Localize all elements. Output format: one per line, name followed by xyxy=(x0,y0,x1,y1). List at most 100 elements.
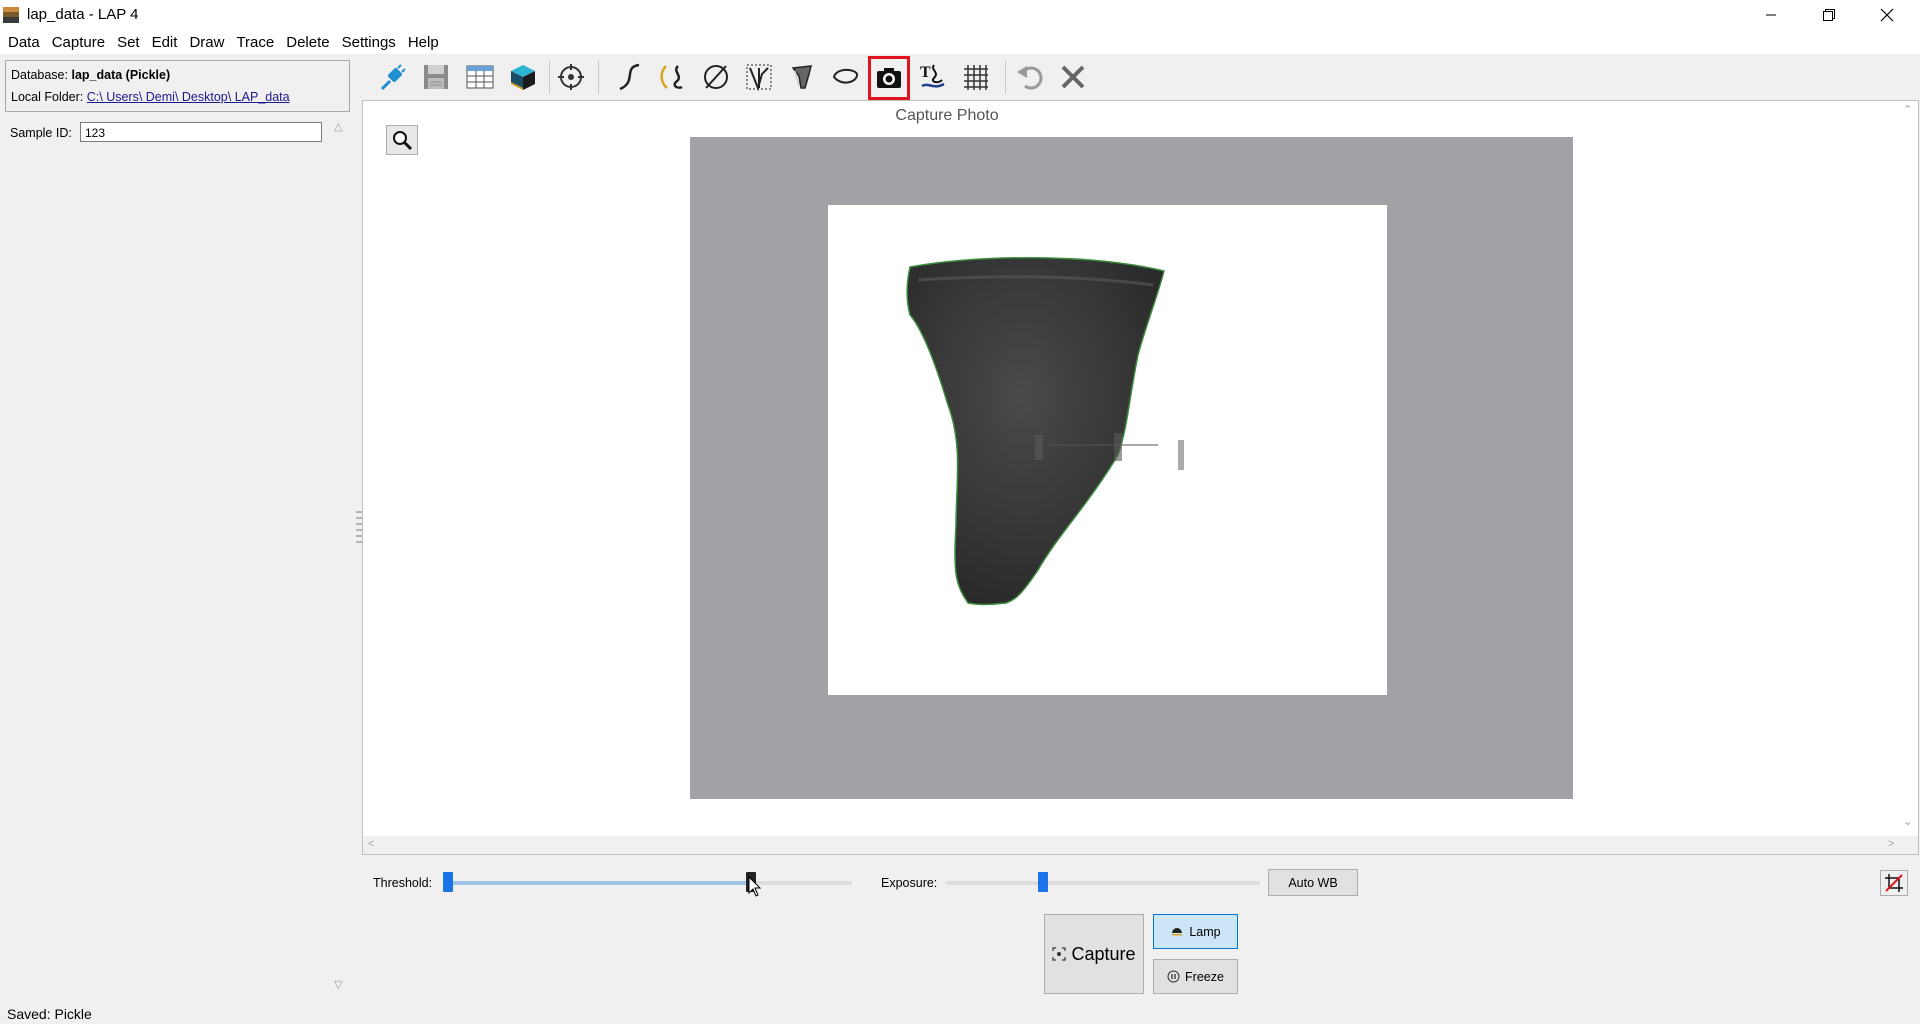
sample-id-input[interactable]: 123 xyxy=(80,122,322,142)
lamp-label: Lamp xyxy=(1189,924,1221,939)
capture-frame-icon xyxy=(1052,947,1067,961)
zoom-button[interactable] xyxy=(386,125,418,155)
camera-icon xyxy=(877,68,901,88)
text-trace-icon: T xyxy=(920,64,945,88)
crop-toggle-button[interactable] xyxy=(1880,870,1908,896)
menu-delete[interactable]: Delete xyxy=(280,34,335,51)
menu-help[interactable]: Help xyxy=(402,34,445,51)
profile-button[interactable] xyxy=(740,58,778,96)
sherd-outline-button[interactable] xyxy=(783,58,821,96)
save-button[interactable] xyxy=(417,58,455,96)
grid-icon xyxy=(964,65,988,90)
profile-icon xyxy=(746,64,772,92)
menu-settings[interactable]: Settings xyxy=(336,34,402,51)
database-info-panel: Database: lap_data (Pickle) Local Folder… xyxy=(5,60,350,112)
left-panel: Sample ID: 123 △ ▽ xyxy=(0,116,342,996)
ellipse-icon xyxy=(832,68,858,84)
undo-button[interactable] xyxy=(1011,58,1049,96)
capture-canvas[interactable]: Capture Photo ⌃ ⌄ < > xyxy=(362,100,1919,855)
photo-background xyxy=(828,205,1387,695)
auto-wb-label: Auto WB xyxy=(1288,875,1338,890)
text-trace-button[interactable]: T xyxy=(914,58,952,96)
threshold-slider-fill xyxy=(446,881,751,885)
local-folder-link[interactable]: C:\ Users\ Demi\ Desktop\ LAP_data xyxy=(87,90,290,104)
table-button[interactable] xyxy=(461,58,499,96)
curve-icon xyxy=(619,63,640,91)
exposure-slider-thumb[interactable] xyxy=(1038,872,1049,892)
threshold-slider-min-thumb[interactable] xyxy=(443,872,453,892)
restore-button[interactable] xyxy=(1800,0,1858,30)
database-line: Database: lap_data (Pickle) xyxy=(11,68,170,82)
table-icon xyxy=(466,65,494,89)
exposure-label: Exposure: xyxy=(881,876,938,890)
database-label: Database: xyxy=(11,68,68,82)
left-scroll-down-icon[interactable]: ▽ xyxy=(334,978,342,991)
menu-set[interactable]: Set xyxy=(111,34,146,51)
menu-bar: Data Capture Set Edit Draw Trace Delete … xyxy=(0,30,1920,54)
menu-trace[interactable]: Trace xyxy=(230,34,280,51)
mouse-cursor-icon xyxy=(748,876,762,897)
camera-preview[interactable] xyxy=(690,137,1573,799)
curve-button[interactable] xyxy=(611,58,649,96)
crop-off-icon xyxy=(1885,874,1903,892)
menu-data[interactable]: Data xyxy=(2,34,46,51)
toolbar: T xyxy=(368,56,1918,100)
crosshair-button[interactable] xyxy=(552,58,590,96)
menu-draw[interactable]: Draw xyxy=(183,34,230,51)
menu-capture[interactable]: Capture xyxy=(46,34,111,51)
toolbar-separator xyxy=(1005,60,1006,94)
connect-button[interactable] xyxy=(374,58,412,96)
spiral-trace-button[interactable] xyxy=(654,58,692,96)
capture-button[interactable]: Capture xyxy=(1044,914,1144,994)
toolbar-separator xyxy=(598,60,599,94)
window-title: lap_data - LAP 4 xyxy=(27,6,139,23)
lamp-icon xyxy=(1172,927,1183,935)
sherd-outline-icon xyxy=(791,65,812,89)
canvas-scroll-up-icon[interactable]: ⌃ xyxy=(1903,103,1912,116)
exposure-slider[interactable] xyxy=(946,881,1260,885)
menu-edit[interactable]: Edit xyxy=(146,34,184,51)
magnifier-icon xyxy=(393,131,413,151)
minimize-button[interactable] xyxy=(1742,0,1800,30)
canvas-title: Capture Photo xyxy=(895,107,999,124)
database-value: lap_data (Pickle) xyxy=(71,68,171,82)
3d-model-button[interactable] xyxy=(504,58,542,96)
save-icon xyxy=(424,65,448,89)
restore-icon xyxy=(1823,9,1835,21)
grid-button[interactable] xyxy=(957,58,995,96)
null-circle-icon xyxy=(704,65,728,89)
title-bar: lap_data - LAP 4 xyxy=(0,0,1920,30)
capture-label: Capture xyxy=(1071,943,1136,964)
scroll-right-icon[interactable]: > xyxy=(1888,838,1894,850)
crosshair-icon xyxy=(558,64,584,90)
close-x-icon xyxy=(1061,65,1085,89)
close-window-button[interactable] xyxy=(1858,0,1916,30)
threshold-label: Threshold: xyxy=(373,876,433,890)
sample-id-label: Sample ID: xyxy=(10,126,72,140)
toolbar-separator xyxy=(549,60,550,94)
status-bar: Saved: Pickle xyxy=(7,1006,92,1022)
spiral-trace-icon xyxy=(660,65,683,89)
freeze-label: Freeze xyxy=(1185,969,1224,984)
connect-icon xyxy=(380,64,406,91)
left-scroll-up-icon[interactable]: △ xyxy=(334,120,342,133)
null-circle-button[interactable] xyxy=(697,58,735,96)
capture-photo-button[interactable] xyxy=(868,56,910,100)
threshold-slider[interactable] xyxy=(446,881,852,885)
canvas-scroll-down-icon[interactable]: ⌄ xyxy=(1903,815,1912,828)
pottery-sherd-image xyxy=(906,256,1184,606)
ellipse-button[interactable] xyxy=(826,58,864,96)
freeze-button[interactable]: Freeze xyxy=(1153,959,1238,994)
clear-button[interactable] xyxy=(1054,58,1092,96)
close-icon xyxy=(1880,8,1894,22)
lamp-button[interactable]: Lamp xyxy=(1153,914,1238,949)
auto-wb-button[interactable]: Auto WB xyxy=(1268,869,1358,896)
svg-text:T: T xyxy=(920,64,931,81)
app-icon xyxy=(3,7,19,23)
3d-box-icon xyxy=(511,65,535,90)
horizontal-scrollbar[interactable]: < > xyxy=(363,836,1918,854)
pause-icon xyxy=(1167,970,1180,983)
local-folder-label: Local Folder: xyxy=(11,90,84,104)
local-folder-line: Local Folder: C:\ Users\ Demi\ Desktop\ … xyxy=(11,90,290,104)
scroll-left-icon[interactable]: < xyxy=(368,838,374,850)
